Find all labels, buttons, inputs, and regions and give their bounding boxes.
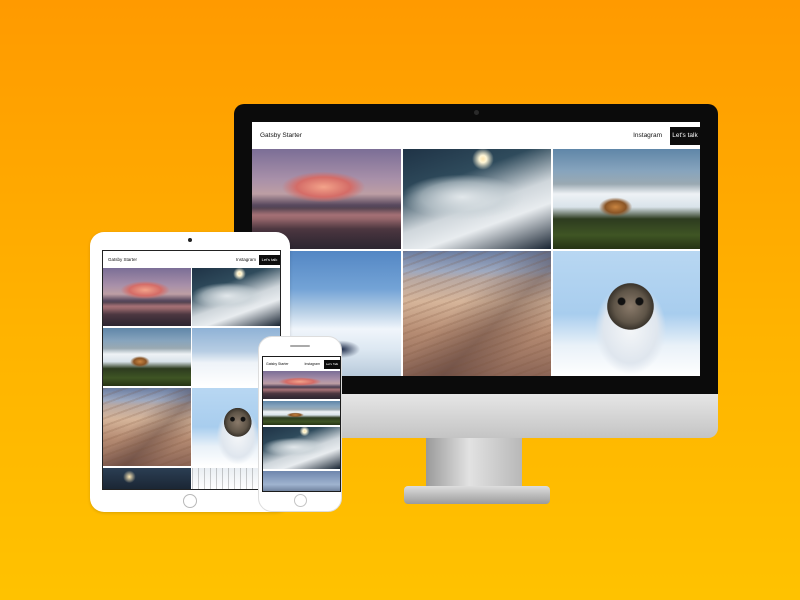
photo-dunes[interactable] <box>103 388 191 466</box>
home-button-icon <box>294 494 307 507</box>
ipad-screen: Gatsby Starter Instagram Let's talk <box>102 250 281 490</box>
photo-castle-fog[interactable] <box>263 401 340 425</box>
photo-castle-fog[interactable] <box>553 149 700 249</box>
lets-talk-button[interactable]: Let's Talk <box>324 359 340 369</box>
photo-dunes[interactable] <box>403 251 551 376</box>
site-header: Gatsby Starter Instagram Let's talk <box>103 251 280 268</box>
photo-seal[interactable] <box>553 251 700 376</box>
imac-stand-neck <box>426 438 522 488</box>
nav-link-instagram[interactable]: Instagram <box>304 362 320 366</box>
photo-sunset-sea[interactable] <box>263 471 340 491</box>
lets-talk-button[interactable]: Let's talk <box>259 254 280 265</box>
site-header: Gatsby Starter Instagram Let's talk <box>252 122 700 149</box>
site-brand[interactable]: Gatsby Starter <box>266 362 289 366</box>
iphone-screen: Gatsby Starter Instagram Let's Talk <box>262 356 341 492</box>
nav-link-instagram[interactable]: Instagram <box>236 257 256 262</box>
photo-snow-storm[interactable] <box>263 427 340 469</box>
camera-icon <box>188 238 192 242</box>
imac-stand-foot <box>404 486 550 504</box>
photo-snow-storm[interactable] <box>192 268 280 326</box>
site-brand[interactable]: Gatsby Starter <box>260 132 302 139</box>
photo-dark-forest[interactable] <box>103 468 191 489</box>
photo-mountain[interactable] <box>263 371 340 399</box>
photo-snow-storm[interactable] <box>403 149 551 249</box>
home-button-icon <box>183 494 197 508</box>
nav-link-instagram[interactable]: Instagram <box>633 132 662 139</box>
site-brand[interactable]: Gatsby Starter <box>108 257 137 262</box>
site-nav: Instagram Let's Talk <box>304 359 340 369</box>
site-header: Gatsby Starter Instagram Let's Talk <box>263 357 340 371</box>
camera-icon <box>474 110 479 115</box>
photo-castle-fog[interactable] <box>103 328 191 386</box>
photo-mountain[interactable] <box>103 268 191 326</box>
photo-grid <box>263 371 340 491</box>
lets-talk-button[interactable]: Let's talk <box>670 126 700 145</box>
site-nav: Instagram Let's talk <box>633 126 700 145</box>
site-nav: Instagram Let's talk <box>236 254 280 265</box>
photo-grid <box>103 268 280 489</box>
speaker-icon <box>290 345 310 347</box>
